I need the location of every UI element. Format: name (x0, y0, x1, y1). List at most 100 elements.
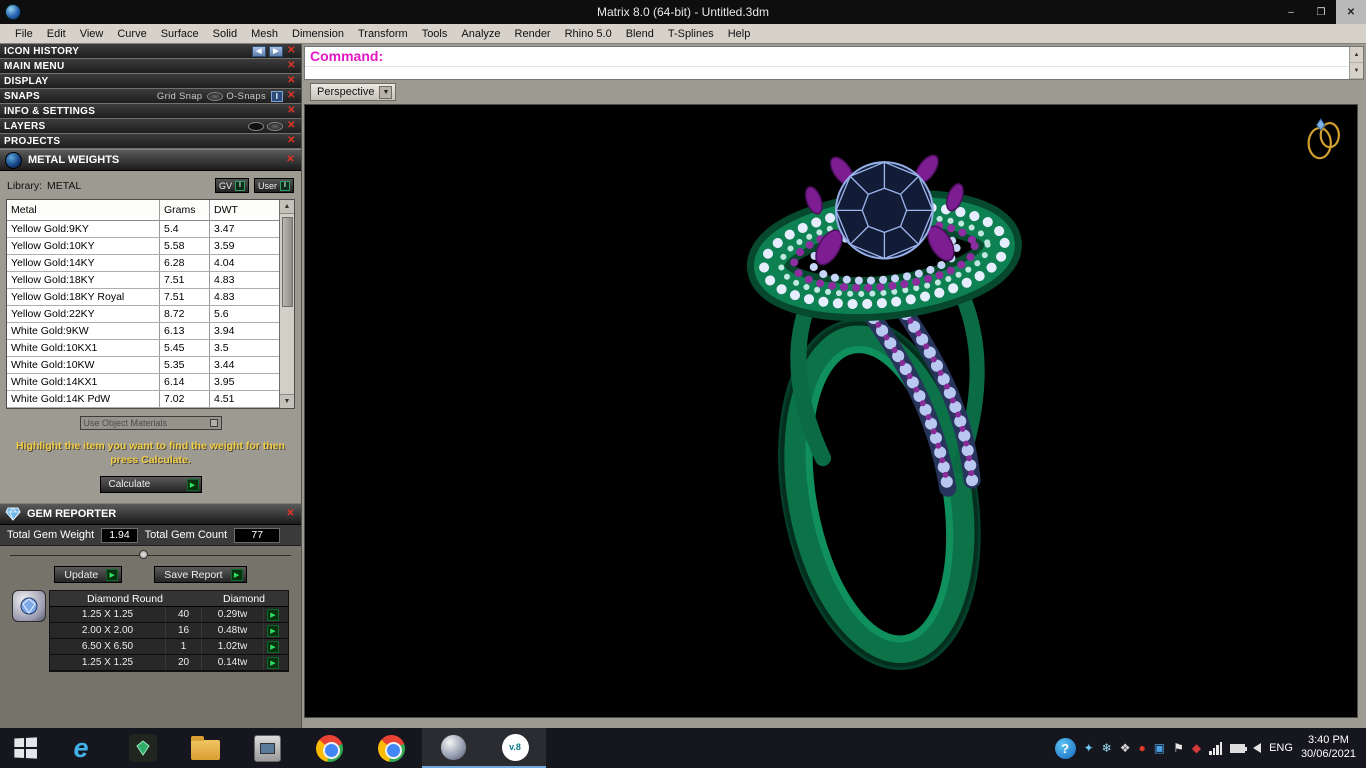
gem-table-row[interactable]: 1.25 X 1.25 20 0.14tw ▶ (50, 655, 288, 672)
flag-icon[interactable]: ⚑ (1173, 742, 1184, 754)
panel-snaps[interactable]: SNAPS Grid Snap O-Snaps I ✕ (0, 89, 301, 104)
close-icon[interactable]: ✕ (286, 106, 297, 116)
menu-analyze[interactable]: Analyze (454, 26, 507, 42)
metal-table-row[interactable]: White Gold:10KX1 5.45 3.5 (7, 340, 279, 357)
menu-render[interactable]: Render (508, 26, 558, 42)
panel-display[interactable]: DISPLAY ✕ (0, 74, 301, 89)
scroll-down-icon[interactable]: ▼ (280, 394, 294, 408)
taskbar-sphere-app-button[interactable] (422, 728, 484, 768)
close-icon[interactable]: ✕ (285, 155, 296, 165)
close-icon[interactable]: ✕ (286, 136, 297, 146)
metal-table-scrollbar[interactable]: ▲ ▼ (279, 200, 294, 408)
display-tray-icon[interactable]: ▣ (1154, 742, 1165, 754)
chevron-down-icon[interactable]: ▼ (379, 85, 393, 99)
menu-tools[interactable]: Tools (415, 26, 455, 42)
taskbar-ie-button[interactable]: e (50, 728, 112, 768)
security-icon[interactable]: ◆ (1192, 742, 1201, 754)
taskbar-v8-button[interactable]: v.8 (484, 728, 546, 768)
gem-size-slider[interactable] (10, 549, 291, 562)
layer-eye-icon[interactable] (248, 121, 264, 131)
menu-dimension[interactable]: Dimension (285, 26, 351, 42)
metal-table-row[interactable]: Yellow Gold:10KY 5.58 3.59 (7, 238, 279, 255)
minimize-button[interactable]: – (1276, 0, 1306, 24)
metal-column-header[interactable]: DWT (209, 200, 279, 220)
metal-table-row[interactable]: Yellow Gold:18KY 7.51 4.83 (7, 272, 279, 289)
history-forward-button[interactable]: ▶ (269, 45, 283, 57)
taskbar-clock[interactable]: 3:40 PM 30/06/2021 (1301, 734, 1356, 762)
menu-help[interactable]: Help (721, 26, 758, 42)
taskbar-app-button[interactable] (236, 728, 298, 768)
metal-table-row[interactable]: White Gold:9KW 6.13 3.94 (7, 323, 279, 340)
gem-row-arrow-button[interactable]: ▶ (264, 639, 282, 654)
gem-table-row[interactable]: 6.50 X 6.50 1 1.02tw ▶ (50, 639, 288, 656)
network-bars-icon[interactable] (1209, 741, 1223, 755)
menu-t-splines[interactable]: T-Splines (661, 26, 721, 42)
calculate-button[interactable]: Calculate ▶ (99, 476, 202, 494)
close-icon[interactable]: ✕ (286, 91, 297, 101)
gv-library-button[interactable]: GV I (214, 178, 249, 193)
gem-table-row[interactable]: 2.00 X 2.00 16 0.48tw ▶ (50, 623, 288, 640)
scroll-thumb[interactable] (281, 217, 293, 307)
metal-table-row[interactable]: Yellow Gold:9KY 5.4 3.47 (7, 221, 279, 238)
spinner-up-icon[interactable]: ▲ (1350, 47, 1363, 63)
grid-snap-toggle-icon[interactable] (207, 91, 224, 101)
history-back-button[interactable]: ◀ (252, 45, 266, 57)
close-icon[interactable]: ✕ (285, 509, 296, 519)
gem-row-arrow-button[interactable]: ▶ (264, 623, 282, 638)
settings-icon[interactable]: ❖ (1120, 742, 1131, 754)
panel-info-settings[interactable]: INFO & SETTINGS ✕ (0, 104, 301, 119)
metal-table-row[interactable]: Yellow Gold:14KY 6.28 4.04 (7, 255, 279, 272)
panel-main-menu[interactable]: MAIN MENU ✕ (0, 59, 301, 74)
metal-table-row[interactable]: White Gold:14KX1 6.14 3.95 (7, 374, 279, 391)
spinner-down-icon[interactable]: ▼ (1350, 63, 1363, 79)
help-icon[interactable]: ? (1054, 737, 1076, 759)
save-report-button[interactable]: Save Report ▶ (154, 566, 247, 584)
command-history-spinner[interactable]: ▲ ▼ (1349, 47, 1363, 79)
panel-layers[interactable]: LAYERS ✕ (0, 119, 301, 134)
menu-solid[interactable]: Solid (206, 26, 244, 42)
snowflake-icon[interactable]: ❄ (1102, 742, 1112, 754)
close-button[interactable]: ✕ (1336, 0, 1366, 24)
start-button[interactable] (0, 728, 50, 768)
gem-row-arrow-button[interactable]: ▶ (264, 607, 282, 622)
menu-mesh[interactable]: Mesh (244, 26, 285, 42)
maximize-button[interactable]: ❐ (1306, 0, 1336, 24)
taskbar-chrome-button[interactable] (298, 728, 360, 768)
command-bar[interactable]: Command: ▲ ▼ (304, 46, 1364, 80)
close-icon[interactable]: ✕ (286, 61, 297, 71)
taskbar-matrix-button[interactable] (112, 728, 174, 768)
o-snaps-indicator-button[interactable]: I (271, 90, 283, 102)
user-library-button[interactable]: User I (253, 178, 294, 193)
menu-curve[interactable]: Curve (110, 26, 153, 42)
tray-app-icon[interactable]: ✦ (1084, 742, 1094, 754)
close-icon[interactable]: ✕ (286, 76, 297, 86)
metal-weights-header[interactable]: METAL WEIGHTS ✕ (0, 149, 301, 171)
metal-column-header[interactable]: Grams (159, 200, 209, 220)
panel-icon-history[interactable]: ICON HISTORY ◀ ▶ ✕ (0, 44, 301, 59)
volume-icon[interactable] (1253, 743, 1262, 753)
metal-table-row[interactable]: White Gold:14K PdW 7.02 4.51 (7, 391, 279, 408)
menu-file[interactable]: File (8, 26, 40, 42)
menu-view[interactable]: View (73, 26, 111, 42)
menu-blend[interactable]: Blend (619, 26, 661, 42)
close-icon[interactable]: ✕ (286, 121, 297, 131)
taskbar-chrome-2-button[interactable] (360, 728, 422, 768)
metal-column-header[interactable]: Metal (7, 200, 159, 220)
metal-table-row[interactable]: Yellow Gold:18KY Royal 7.51 4.83 (7, 289, 279, 306)
battery-icon[interactable] (1230, 743, 1248, 753)
layer-eye-icon[interactable] (267, 121, 283, 131)
gem-row-arrow-button[interactable]: ▶ (264, 655, 282, 670)
command-prompt-label[interactable]: Command: (305, 47, 388, 65)
slider-handle[interactable] (139, 550, 149, 560)
menu-rhino-5-0[interactable]: Rhino 5.0 (558, 26, 619, 42)
record-icon[interactable]: ● (1139, 742, 1146, 754)
gem-reporter-header[interactable]: GEM REPORTER ✕ (0, 503, 301, 526)
close-icon[interactable]: ✕ (286, 46, 297, 56)
gem-table-row[interactable]: 1.25 X 1.25 40 0.29tw ▶ (50, 607, 288, 624)
perspective-viewport[interactable] (304, 104, 1358, 718)
menu-transform[interactable]: Transform (351, 26, 415, 42)
menu-edit[interactable]: Edit (40, 26, 73, 42)
update-button[interactable]: Update ▶ (54, 566, 123, 584)
panel-projects[interactable]: PROJECTS ✕ (0, 134, 301, 149)
taskbar-explorer-button[interactable] (174, 728, 236, 768)
